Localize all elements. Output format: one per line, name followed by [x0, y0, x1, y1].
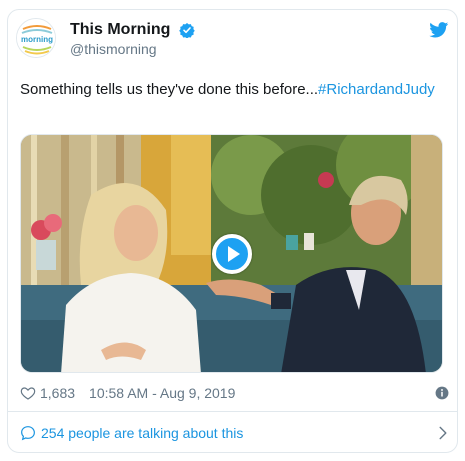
heart-icon[interactable]: [20, 385, 36, 401]
conversation-label[interactable]: 254 people are talking about this: [41, 425, 243, 441]
speech-bubble-icon: [21, 426, 35, 441]
conversation-link[interactable]: 254 people are talking about this: [20, 422, 449, 444]
tweet-text: Something tells us they've done this bef…: [20, 79, 440, 100]
info-icon[interactable]: [435, 386, 449, 400]
handle[interactable]: @thismorning: [70, 41, 195, 57]
verified-badge-icon: [179, 23, 195, 38]
chevron-right-icon[interactable]: [437, 426, 449, 440]
display-name[interactable]: This Morning: [70, 21, 170, 39]
avatar[interactable]: morning: [16, 18, 56, 58]
play-button[interactable]: [212, 234, 252, 274]
like-count[interactable]: 1,683: [40, 385, 75, 401]
tweet-body: Something tells us they've done this bef…: [20, 81, 319, 98]
divider: [7, 411, 458, 412]
avatar-logo-text: morning: [21, 35, 53, 44]
hashtag-link[interactable]: #RichardandJudy: [318, 81, 435, 98]
tweet-header: morning This Morning @thismorning: [12, 18, 453, 66]
author-block: This Morning @thismorning: [70, 21, 195, 57]
timestamp[interactable]: 10:58 AM - Aug 9, 2019: [89, 385, 235, 401]
tweet-meta: 1,683 10:58 AM - Aug 9, 2019: [20, 383, 449, 403]
twitter-bird-icon[interactable]: [429, 22, 449, 38]
video-thumbnail[interactable]: [20, 134, 443, 373]
this-morning-logo: morning: [17, 19, 55, 57]
